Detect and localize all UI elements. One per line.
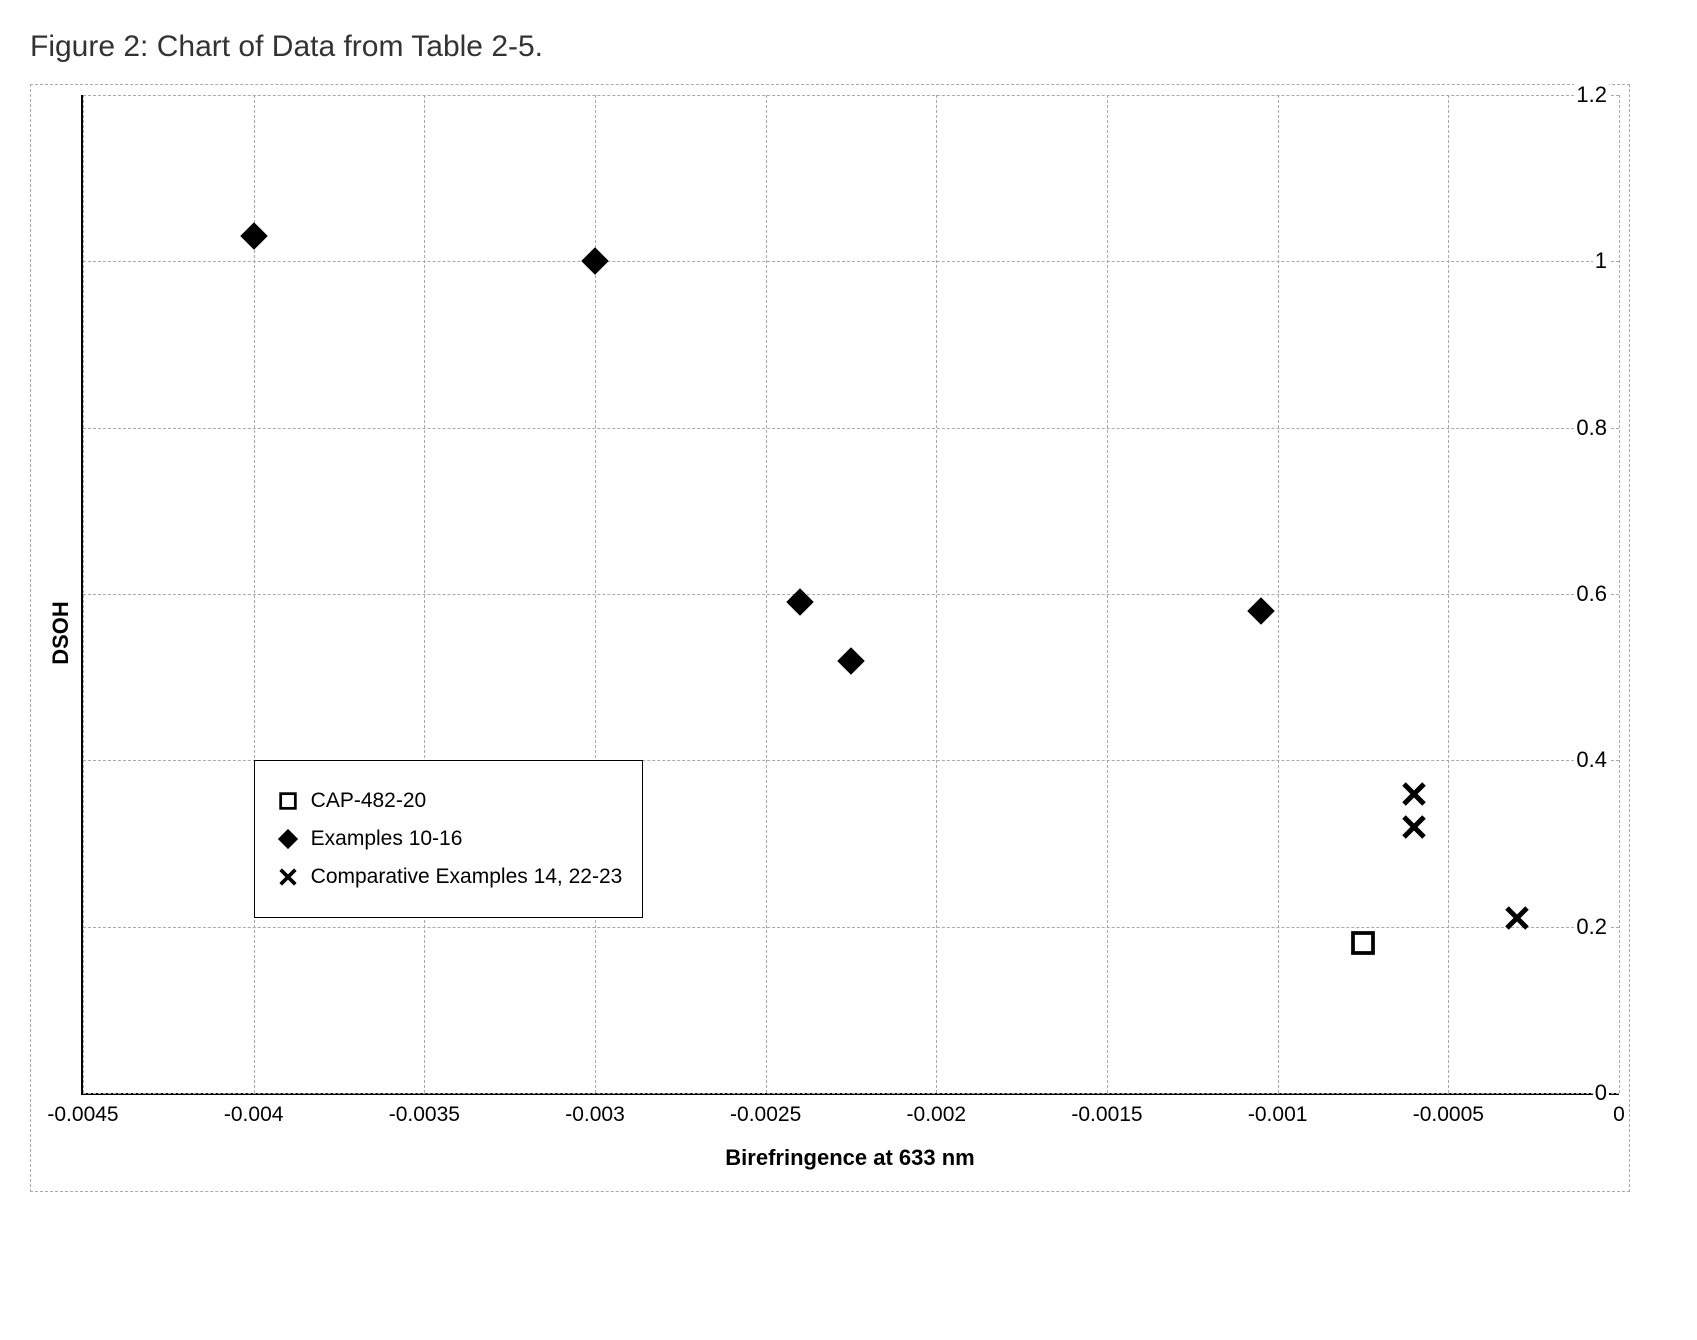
x-tick-label: -0.0045 (47, 1103, 118, 1127)
x-tick-label: -0.0015 (1071, 1103, 1142, 1127)
y-tick-label: 0.8 (1574, 415, 1609, 441)
grid-v (1107, 95, 1108, 1093)
grid-v (424, 95, 425, 1093)
x-axis-label: Birefringence at 633 nm (81, 1145, 1619, 1171)
y-tick-label: 0.6 (1574, 581, 1609, 607)
legend: CAP-482-20 Examples 10-16 Comparative Exam… (254, 760, 644, 918)
data-marker (239, 221, 269, 251)
data-marker (785, 587, 815, 617)
grid-v (1448, 95, 1449, 1093)
legend-row: Comparative Examples 14, 22-23 (275, 864, 623, 890)
y-tick-label: 1 (1593, 248, 1609, 274)
x-tick-label: -0.001 (1248, 1103, 1308, 1127)
legend-label: Examples 10-16 (311, 827, 463, 851)
grid-h (83, 1093, 1619, 1094)
open-square-icon (275, 788, 301, 814)
grid-h (83, 261, 1619, 262)
data-marker (580, 246, 610, 276)
y-tick-label: 1.2 (1574, 82, 1609, 108)
x-tick-label: -0.003 (565, 1103, 625, 1127)
grid-h (83, 428, 1619, 429)
x-icon (275, 864, 301, 890)
x-tick-label: 0 (1613, 1103, 1625, 1127)
data-marker (1399, 812, 1429, 842)
chart-frame: DSOH 0 0.2 0.4 0.6 0.8 1 1.2 -0.0045 -0.004 -0.00… (30, 84, 1630, 1192)
y-tick-label: 0 (1593, 1080, 1609, 1106)
figure-title: Figure 2: Chart of Data from Table 2-5. (30, 30, 1667, 64)
y-axis-label: DSOH (48, 601, 74, 665)
data-marker (1399, 779, 1429, 809)
data-marker (1246, 596, 1276, 626)
grid-v (1278, 95, 1279, 1093)
data-marker (1502, 903, 1532, 933)
x-tick-label: -0.0005 (1413, 1103, 1484, 1127)
data-marker (1348, 928, 1378, 958)
data-marker (836, 646, 866, 676)
filled-diamond-icon (275, 826, 301, 852)
grid-h (83, 594, 1619, 595)
legend-row: CAP-482-20 (275, 788, 623, 814)
x-tick-label: -0.0035 (389, 1103, 460, 1127)
grid-v (1619, 95, 1620, 1093)
legend-label: CAP-482-20 (311, 789, 427, 813)
legend-label: Comparative Examples 14, 22-23 (311, 865, 623, 889)
scatter-plot-area: 00.20.40.60.811.2-0.0045-0.004-0.0035-0.… (81, 95, 1619, 1095)
grid-v (766, 95, 767, 1093)
legend-row: Examples 10-16 (275, 826, 623, 852)
x-tick-label: -0.004 (224, 1103, 284, 1127)
y-tick-label: 0.4 (1574, 747, 1609, 773)
grid-h (83, 927, 1619, 928)
x-tick-label: -0.0025 (730, 1103, 801, 1127)
grid-v (936, 95, 937, 1093)
grid-v (83, 95, 84, 1093)
grid-v (595, 95, 596, 1093)
grid-h (83, 95, 1619, 96)
x-tick-label: -0.002 (907, 1103, 967, 1127)
y-tick-label: 0.2 (1574, 914, 1609, 940)
